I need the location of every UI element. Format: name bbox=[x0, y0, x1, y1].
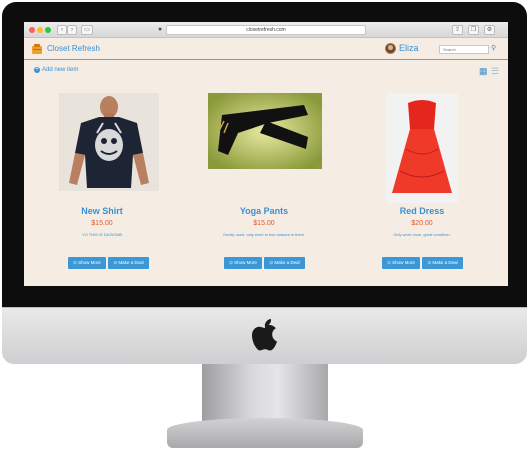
add-new-item-label: Add new item bbox=[42, 67, 79, 73]
share-icon[interactable]: ⇪ bbox=[452, 25, 463, 35]
product-image-dress[interactable] bbox=[386, 93, 458, 203]
apple-logo-icon bbox=[252, 319, 277, 351]
show-more-button[interactable]: ⊙ Show More bbox=[382, 257, 420, 269]
show-more-label: Show More bbox=[78, 260, 101, 265]
show-more-button[interactable]: ⊙ Show More bbox=[68, 257, 106, 269]
extensions-icon[interactable]: ⚙ bbox=[484, 25, 495, 35]
show-more-label: Show More bbox=[234, 260, 257, 265]
make-deal-label: Make a Deal bbox=[118, 260, 144, 265]
user-name[interactable]: Eliza bbox=[399, 43, 419, 53]
product-description: YO THIS IS DA BOMB bbox=[81, 232, 123, 237]
make-deal-label: Make a Deal bbox=[274, 260, 300, 265]
product-image-shirt[interactable] bbox=[59, 93, 159, 191]
show-more-button[interactable]: ⊙ Show More bbox=[224, 257, 262, 269]
product-price: $20.00 bbox=[411, 220, 433, 227]
close-window-icon[interactable] bbox=[29, 27, 35, 33]
avatar[interactable] bbox=[385, 43, 396, 54]
product-description: Gently used, only wore to two classes in… bbox=[222, 232, 306, 237]
make-deal-button[interactable]: ⊙ Make a Deal bbox=[108, 257, 149, 269]
product-title[interactable]: Yoga Pants bbox=[186, 206, 342, 216]
zoom-window-icon[interactable] bbox=[45, 27, 51, 33]
make-deal-button[interactable]: ⊙ Make a Deal bbox=[264, 257, 305, 269]
monitor-stand-neck bbox=[202, 364, 328, 424]
product-card-new-shirt: New Shirt $15.00 YO THIS IS DA BOMB ⊙ Sh… bbox=[24, 93, 180, 278]
product-image-pants[interactable] bbox=[208, 93, 322, 169]
brand-name[interactable]: Closet Refresh bbox=[47, 44, 100, 53]
product-title[interactable]: Red Dress bbox=[344, 206, 500, 216]
product-card-red-dress: Red Dress $20.00 Only worn once, great c… bbox=[344, 93, 500, 278]
search-icon[interactable]: ⚲ bbox=[491, 44, 496, 52]
sidebar-toggle-icon[interactable]: ▭ bbox=[81, 25, 93, 35]
forward-button[interactable]: › bbox=[67, 25, 77, 35]
product-description: Only worn once, great condition. bbox=[393, 232, 451, 237]
app-header: Closet Refresh Eliza ⚲ bbox=[24, 39, 508, 60]
plus-circle-icon: + bbox=[34, 67, 40, 73]
product-title[interactable]: New Shirt bbox=[24, 206, 180, 216]
list-view-icon[interactable]: ☰ bbox=[491, 66, 499, 77]
monitor-stand-foot bbox=[167, 418, 363, 448]
privacy-shield-icon: ● bbox=[158, 26, 163, 33]
back-button[interactable]: ‹ bbox=[57, 25, 67, 35]
browser-toolbar: ‹ › ▭ ● closetrefresh.com ⇪ ❐ ⚙ bbox=[24, 22, 508, 38]
imac-monitor: ‹ › ▭ ● closetrefresh.com ⇪ ❐ ⚙ Closet R… bbox=[2, 0, 527, 453]
product-price: $15.00 bbox=[91, 220, 113, 227]
minimize-window-icon[interactable] bbox=[37, 27, 43, 33]
search-input[interactable] bbox=[439, 45, 489, 54]
add-new-item-link[interactable]: + Add new item bbox=[34, 67, 78, 73]
make-deal-label: Make a Deal bbox=[432, 260, 458, 265]
grid-view-icon[interactable]: ▦ bbox=[479, 66, 488, 77]
make-deal-button[interactable]: ⊙ Make a Deal bbox=[422, 257, 463, 269]
product-price: $15.00 bbox=[253, 220, 275, 227]
hanger-logo-icon[interactable] bbox=[31, 43, 43, 55]
address-bar[interactable]: closetrefresh.com bbox=[166, 25, 366, 35]
show-more-label: Show More bbox=[392, 260, 415, 265]
screen: ‹ › ▭ ● closetrefresh.com ⇪ ❐ ⚙ Closet R… bbox=[24, 22, 508, 286]
product-card-yoga-pants: Yoga Pants $15.00 Gently used, only wore… bbox=[186, 93, 342, 278]
tabs-overview-icon[interactable]: ❐ bbox=[468, 25, 479, 35]
